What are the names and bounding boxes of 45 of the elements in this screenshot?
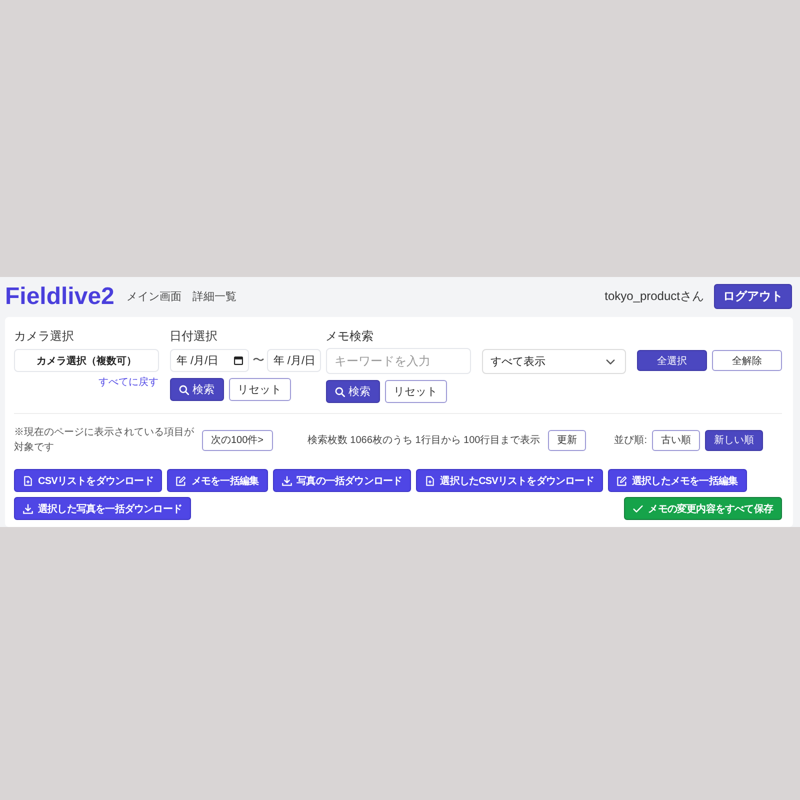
refresh-button[interactable]: 更新 — [548, 430, 586, 450]
sort-option-button[interactable]: 古い順 — [652, 430, 700, 450]
memo-edit-button[interactable]: メモを一括編集 — [167, 469, 268, 492]
memo-edit-button[interactable]: 選択したメモを一括編集 — [608, 469, 747, 492]
edit-icon — [176, 476, 186, 486]
csv-download-button[interactable]: CSVリストをダウンロード — [14, 469, 162, 492]
notice-text: ※現在のページに表示されている項目が対象です — [14, 426, 195, 455]
user-name: tokyo_productさん — [604, 288, 704, 305]
download-icon — [282, 476, 292, 486]
date-field[interactable]: 年 /月/日 — [170, 349, 250, 372]
display-select[interactable]: すべて表示 — [482, 349, 626, 374]
document-icon — [425, 476, 436, 486]
logout-button[interactable]: ログアウト — [714, 284, 792, 309]
csv-download-button[interactable]: 選択したCSVリストをダウンロード — [416, 469, 603, 492]
search-button[interactable]: 検索 — [326, 380, 380, 403]
reset-button[interactable]: リセット — [384, 380, 446, 403]
photo-download-button[interactable]: 写真の一括ダウンロード — [272, 469, 412, 492]
nav-link[interactable]: メイン画面 — [126, 289, 182, 304]
field-label: メモ検索 — [326, 328, 374, 344]
search-icon — [334, 386, 344, 396]
reset-button[interactable]: リセット — [228, 378, 290, 401]
edit-icon — [616, 476, 627, 486]
range-separator: 〜 — [252, 352, 264, 369]
check-icon — [633, 504, 644, 514]
reset-all-link[interactable]: すべてに戻す — [98, 377, 158, 389]
app-logo: Fieldlive2 — [5, 282, 114, 310]
field-label: 日付選択 — [170, 328, 218, 344]
camera-select-button[interactable]: カメラ選択（複数可） — [14, 349, 158, 372]
field-label: カメラ選択 — [14, 328, 75, 344]
search-icon — [178, 384, 188, 394]
photo-download-button[interactable]: 選択した写真を一括ダウンロード — [14, 497, 192, 520]
search-button[interactable]: 検索 — [170, 378, 224, 401]
keyword-field[interactable]: キーワードを入力 — [326, 348, 470, 374]
next-page-button[interactable]: 次の100件> — [202, 430, 273, 450]
chevron-down-icon — [606, 358, 615, 364]
result-summary: 検索枚数 1066枚のうち 1行目から 100行目まで表示 — [307, 434, 540, 447]
date-field[interactable]: 年 /月/日 — [267, 349, 320, 372]
deselect-all-button[interactable]: 全解除 — [712, 350, 782, 371]
sort-label: 並び順: — [614, 434, 647, 447]
select-all-button[interactable]: 全選択 — [637, 350, 707, 371]
download-icon — [23, 504, 33, 514]
document-icon — [23, 476, 33, 486]
nav-link[interactable]: 詳細一覧 — [192, 289, 236, 304]
calendar-icon — [234, 356, 244, 365]
sort-option-button[interactable]: 新しい順 — [705, 430, 763, 450]
